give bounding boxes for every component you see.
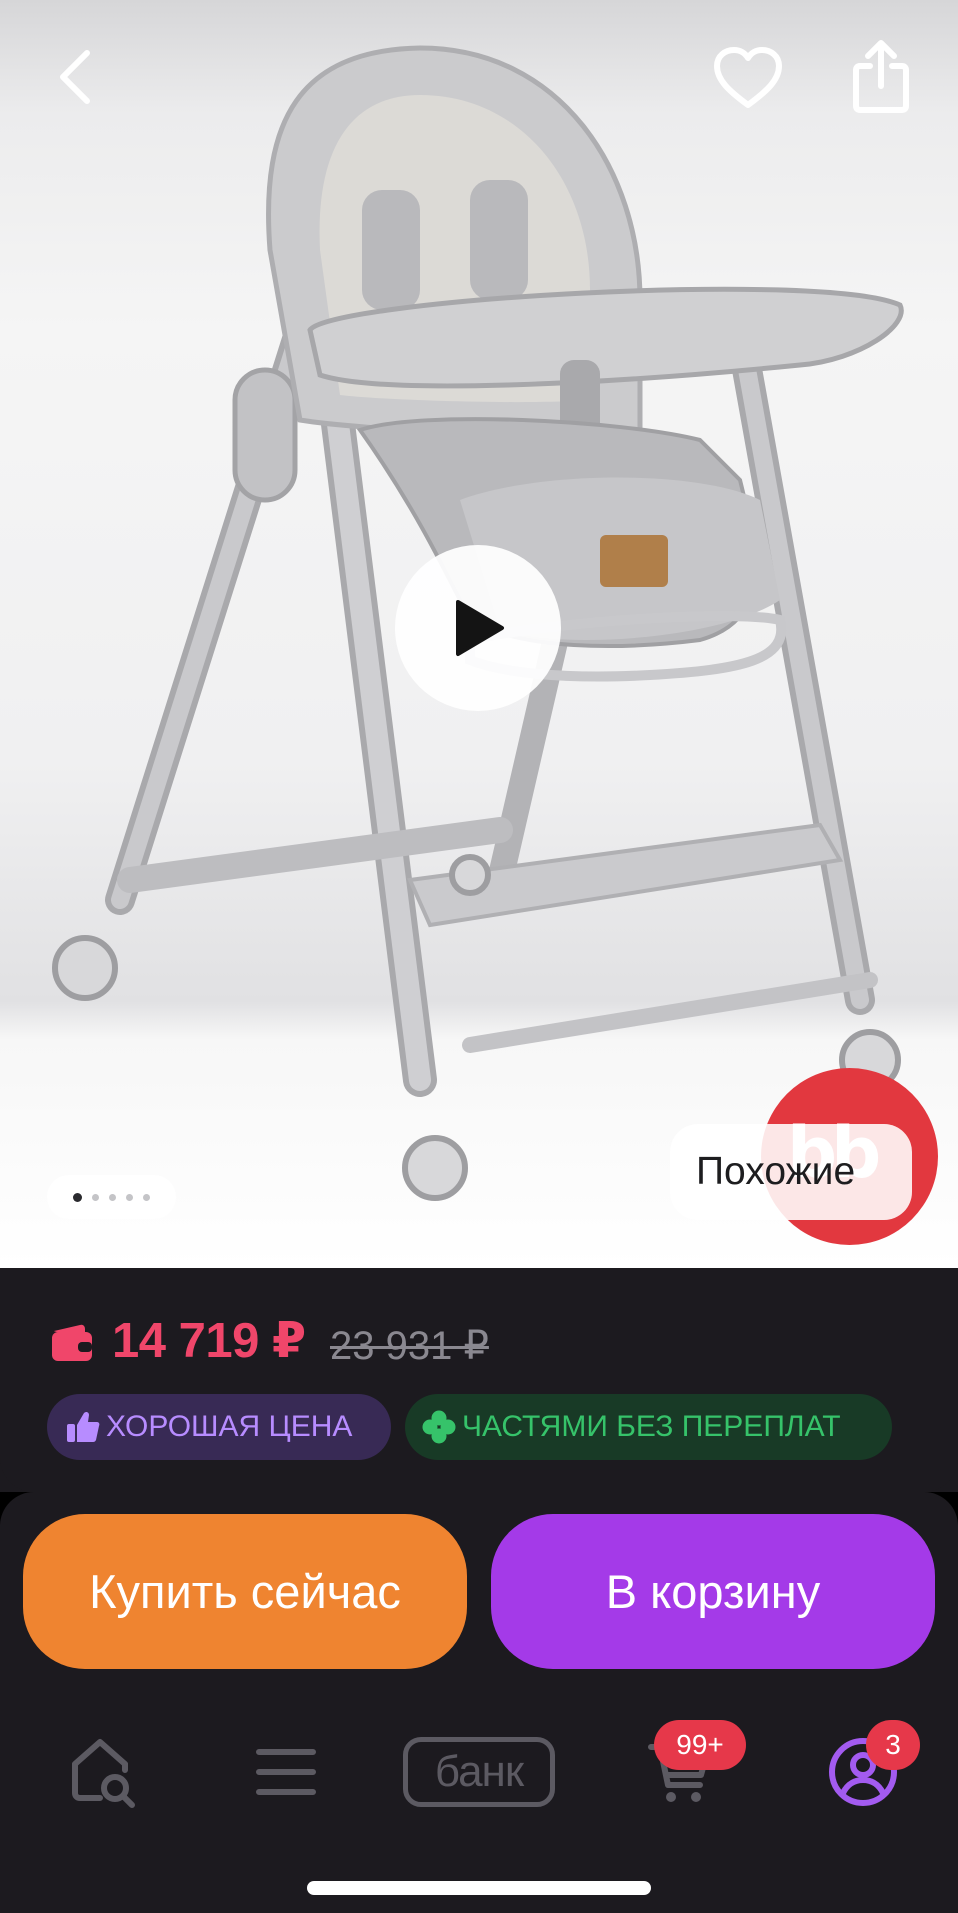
good-price-label: ХОРОШАЯ ЦЕНА	[106, 1410, 353, 1443]
chevron-left-icon	[60, 50, 90, 104]
heart-icon	[714, 47, 782, 108]
tab-bar: банк 99+ 3	[0, 1712, 958, 1832]
bottom-bar: Купить сейчас В корзину банк 99+ 3	[0, 1492, 958, 1913]
pagination-dot	[126, 1193, 133, 1201]
installments-label: ЧАСТЯМИ БЕЗ ПЕРЕПЛАТ	[462, 1410, 841, 1443]
clover-icon	[422, 1410, 456, 1444]
old-price: 23 931 ₽	[330, 1324, 489, 1368]
tab-home[interactable]	[50, 1712, 160, 1832]
pagination-dot	[143, 1193, 150, 1201]
menu-icon	[256, 1749, 316, 1795]
tab-bank[interactable]: банк	[400, 1712, 558, 1832]
share-icon	[853, 40, 909, 113]
pagination-dot	[73, 1192, 82, 1202]
home-indicator[interactable]	[307, 1881, 651, 1895]
pagination-dot	[109, 1193, 116, 1201]
share-button[interactable]	[836, 31, 926, 121]
favorite-button[interactable]	[703, 33, 793, 123]
current-price: 14 719 ₽	[112, 1314, 306, 1368]
profile-notification-badge: 3	[866, 1720, 920, 1770]
tab-profile[interactable]: 3	[808, 1712, 920, 1832]
buy-now-label: Купить сейчас	[89, 1565, 401, 1618]
bank-label: банк	[403, 1737, 555, 1807]
similar-products-button[interactable]: Похожие	[670, 1124, 912, 1220]
product-gallery[interactable]: bb Похожие	[0, 0, 958, 1268]
wallet-icon	[52, 1324, 92, 1361]
buy-now-button[interactable]: Купить сейчас	[23, 1514, 467, 1669]
price-panel: 14 719 ₽ 23 931 ₽ ХОРОШАЯ ЦЕНА ЧАСТЯМИ Б…	[0, 1268, 958, 1492]
home-search-icon	[72, 1739, 135, 1808]
pagination-dot	[92, 1193, 99, 1201]
installments-chip[interactable]: ЧАСТЯМИ БЕЗ ПЕРЕПЛАТ	[405, 1394, 892, 1460]
bottom-bar-panel: Купить сейчас В корзину банк 99+ 3	[0, 1492, 958, 1913]
play-icon	[456, 600, 504, 656]
good-price-chip[interactable]: ХОРОШАЯ ЦЕНА	[47, 1394, 391, 1460]
add-to-cart-button[interactable]: В корзину	[491, 1514, 935, 1669]
play-video-button[interactable]	[395, 545, 561, 711]
tab-catalog[interactable]	[236, 1712, 336, 1832]
add-to-cart-label: В корзину	[605, 1565, 821, 1618]
tab-cart[interactable]: 99+	[620, 1712, 746, 1832]
cart-count-badge: 99+	[654, 1720, 746, 1770]
back-button[interactable]	[30, 32, 120, 122]
similar-products-label: Похожие	[696, 1150, 856, 1193]
thumbs-up-icon	[67, 1411, 100, 1442]
gallery-pagination	[47, 1175, 176, 1219]
